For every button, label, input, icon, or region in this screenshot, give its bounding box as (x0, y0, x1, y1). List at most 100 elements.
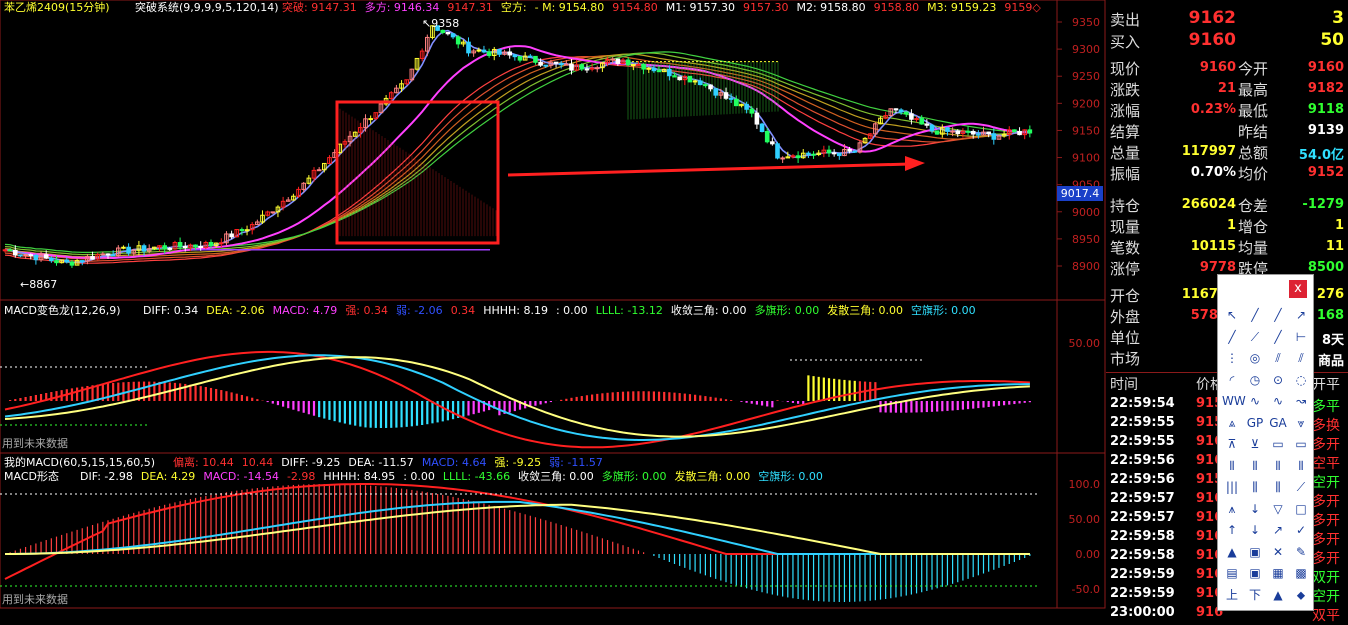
draw-tool-icon[interactable]: ⩔ (1291, 413, 1311, 433)
draw-tool-icon[interactable]: ╱ (1268, 305, 1288, 325)
draw-tool-icon[interactable]: ⫴ (1291, 456, 1311, 476)
tick-time: 22:59:56 (1110, 472, 1175, 487)
candle (708, 84, 713, 90)
draw-tool-icon[interactable]: WW (1222, 391, 1246, 411)
quote-label: 今开 (1238, 60, 1269, 78)
draw-tool-icon[interactable]: ▩ (1291, 563, 1311, 583)
draw-tool-icon[interactable]: ⫼ (1268, 477, 1288, 497)
draw-tool-icon[interactable]: ⊼ (1222, 434, 1242, 454)
indicator-value: 9154.80 (612, 1, 658, 14)
draw-tool-icon[interactable]: ⩓ (1222, 413, 1242, 433)
symbol-title: 苯乙烯2409(15分钟) (4, 0, 110, 14)
draw-tool-icon[interactable]: ⫴ (1222, 456, 1242, 476)
candle (713, 88, 719, 96)
draw-tool-icon[interactable]: ∿ (1245, 391, 1265, 411)
draw-tool-icon[interactable]: ⫴ (1245, 456, 1265, 476)
draw-tool-icon[interactable]: 下 (1245, 585, 1265, 605)
draw-tool-icon[interactable]: ▲ (1222, 542, 1242, 562)
tick-type: 多开 (1312, 532, 1340, 548)
draw-tool-icon[interactable]: ╱ (1222, 327, 1242, 347)
candle (965, 130, 971, 133)
macd1-tick: 50.00 (1069, 337, 1101, 350)
draw-tool-icon[interactable]: ▽ (1268, 499, 1288, 519)
draw-tool-icon[interactable]: ▭ (1268, 434, 1288, 454)
draw-tool-icon[interactable]: ▲ (1268, 585, 1288, 605)
draw-tool-icon[interactable]: ◷ (1245, 370, 1265, 390)
draw-tool-icon[interactable]: ⫴ (1268, 456, 1288, 476)
draw-tool-icon[interactable]: ⋮ (1222, 348, 1242, 368)
draw-tool-icon[interactable]: ↖ (1222, 305, 1242, 325)
quote-value: 9160 (1307, 60, 1344, 75)
draw-tool-icon[interactable]: ↗ (1291, 305, 1311, 325)
draw-tool-icon[interactable]: ⩚ (1222, 499, 1242, 519)
system-name: 突破系统(9,9,9,9,5,120,14) (135, 0, 279, 14)
indicator-value: MACD: 4.79 (273, 304, 338, 317)
draw-tool-icon[interactable]: ▭ (1291, 434, 1311, 454)
quote-row: 持仓 266024 仓差 -1279 (1106, 194, 1348, 215)
candle (229, 233, 234, 238)
quote-label: 均量 (1238, 239, 1269, 257)
candle (847, 148, 852, 152)
draw-tool-icon[interactable]: ↝ (1291, 391, 1311, 411)
draw-tool-icon[interactable]: ◌ (1291, 370, 1311, 390)
draw-tool-icon[interactable]: ▤ (1222, 563, 1242, 583)
price-tick-label: 9250 (1072, 70, 1100, 83)
draw-tool-icon[interactable]: ✕ (1268, 542, 1288, 562)
quote-label: 现量 (1110, 218, 1141, 236)
draw-tool-icon[interactable]: ⊢ (1291, 327, 1311, 347)
draw-tool-icon[interactable]: □ (1291, 499, 1311, 519)
candle (770, 141, 775, 145)
candle (177, 242, 183, 247)
quote-value: 9778 (1199, 260, 1236, 275)
draw-tool-icon[interactable]: ╱ (1245, 305, 1265, 325)
draw-tool-icon[interactable]: ⫽ (1291, 348, 1311, 368)
draw-tool-icon[interactable]: ▦ (1268, 563, 1288, 583)
draw-tool-icon[interactable]: ◎ (1245, 348, 1265, 368)
candle (54, 260, 59, 264)
moving-average-line (4, 56, 1030, 264)
price-tick-label: 9100 (1072, 152, 1100, 165)
draw-tool-icon[interactable]: ↓ (1245, 499, 1265, 519)
draw-tool-icon[interactable]: ⊙ (1268, 370, 1288, 390)
draw-tool-icon[interactable]: ↗ (1268, 520, 1288, 540)
candle (852, 150, 858, 153)
draw-tool-icon[interactable]: ||| (1222, 477, 1242, 497)
draw-tool-icon[interactable]: ⫼ (1245, 477, 1265, 497)
quote-value: 9139 (1307, 123, 1344, 138)
draw-tool-icon[interactable]: ▣ (1245, 563, 1265, 583)
candle (831, 152, 837, 155)
macd1-title: MACD变色龙(12,26,9) (4, 303, 121, 317)
draw-tool-icon[interactable]: ⬥ (1291, 585, 1311, 605)
quote-row: 涨幅 0.23% 最低 9118 (1106, 99, 1348, 120)
draw-tool-icon[interactable]: ⊻ (1245, 434, 1265, 454)
draw-tool-icon[interactable]: ▣ (1245, 542, 1265, 562)
quote-label: 仓差 (1238, 197, 1269, 215)
draw-tool-icon[interactable]: ↓ (1245, 520, 1265, 540)
candle (49, 257, 54, 262)
candle (775, 143, 780, 159)
indicator-value: - M: 9154.80 (535, 1, 605, 14)
tick-type: 多换 (1312, 418, 1340, 434)
draw-tool-icon[interactable]: ◜ (1222, 370, 1242, 390)
draw-tool-icon[interactable]: ⟋ (1245, 327, 1265, 347)
close-icon[interactable]: x (1289, 280, 1307, 298)
indicator-value: DIFF: -9.25 (281, 456, 340, 469)
drawing-toolbar[interactable]: x ↖ ╱ ╱ ↗ ╱ ⟋ ╱ ⊢ ⋮ ◎ ⫽ ⫽ ◜ ◷ ⊙ ◌ WW ∿ ∿ ↝ ⩓ GP GA ⩔ ⊼ ⊻ ▭ ▭ ⫴ ⫴ ⫴ ⫴ |||… (1217, 274, 1314, 611)
draw-tool-icon[interactable]: ⟋ (1291, 477, 1311, 497)
draw-tool-icon[interactable]: ∿ (1268, 391, 1288, 411)
draw-tool-icon[interactable]: GA (1268, 413, 1288, 433)
macd2-signal-line (5, 503, 1030, 555)
candle (569, 63, 574, 71)
draw-tool-icon[interactable]: ↑ (1222, 520, 1242, 540)
draw-tool-icon[interactable]: ⫽ (1268, 348, 1288, 368)
ask-row: 卖出 9162 3 (1110, 8, 1344, 29)
draw-tool-icon[interactable]: GP (1245, 413, 1265, 433)
candle (584, 68, 590, 71)
draw-tool-icon[interactable]: ✓ (1291, 520, 1311, 540)
draw-tool-icon[interactable]: 上 (1222, 585, 1242, 605)
draw-tool-icon[interactable]: ╱ (1268, 327, 1288, 347)
draw-tool-icon[interactable]: ✎ (1291, 542, 1311, 562)
tick-time: 22:59:57 (1110, 510, 1175, 525)
tick-type: 双平 (1312, 608, 1340, 624)
quote-value: 1 (1226, 218, 1236, 233)
